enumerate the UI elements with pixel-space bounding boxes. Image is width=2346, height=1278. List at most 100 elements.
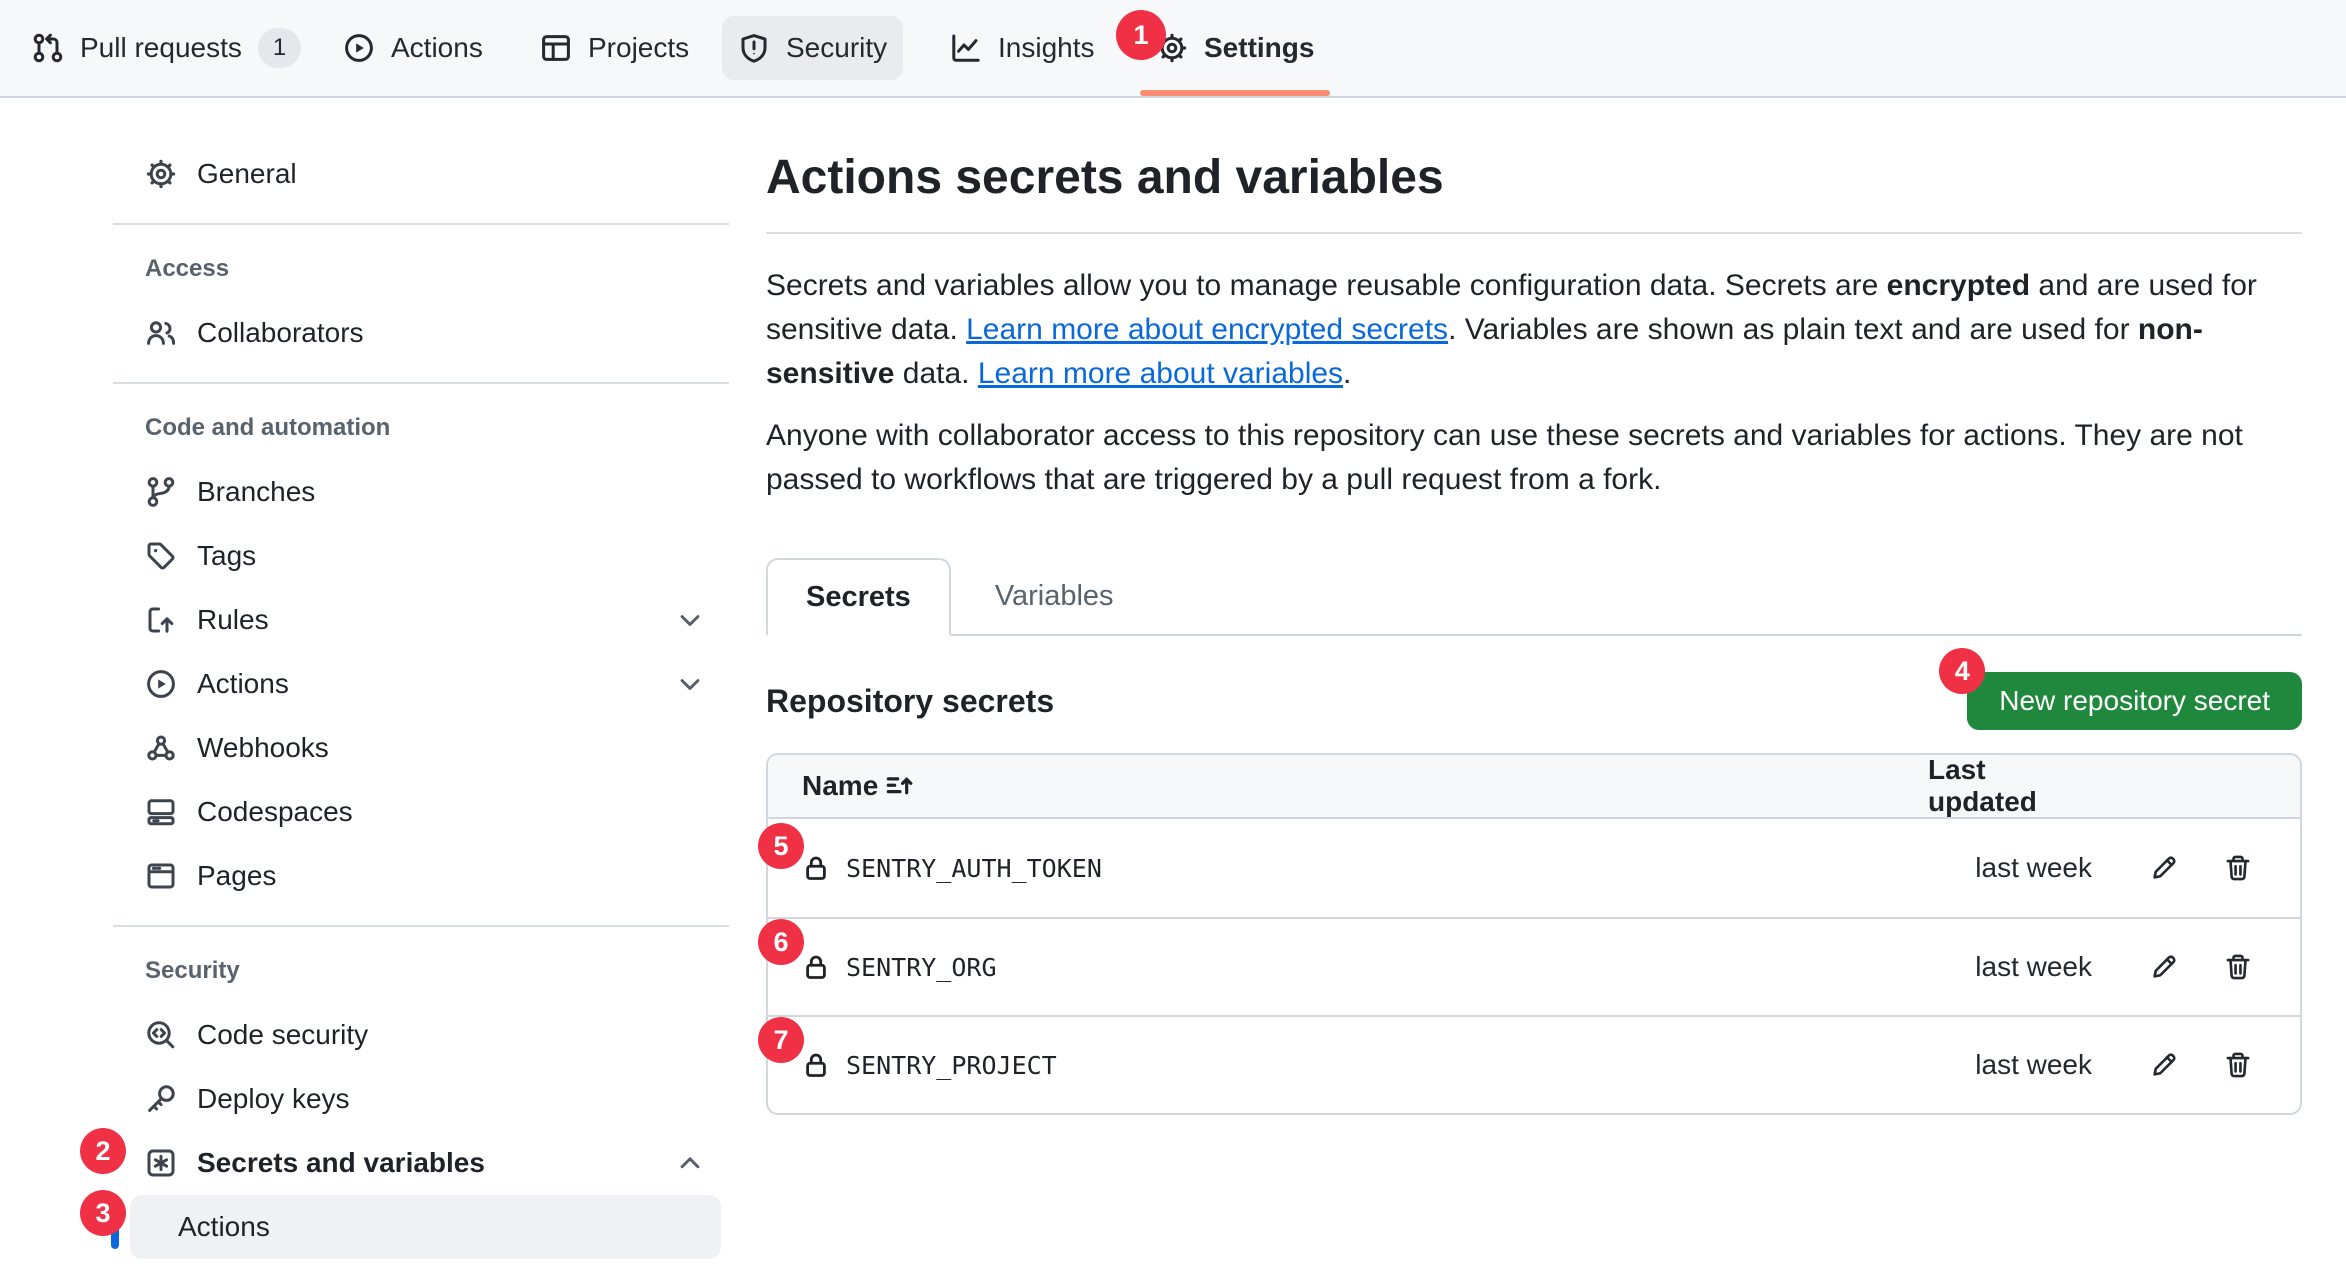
- tab-label: Settings: [1204, 32, 1314, 64]
- chevron-down-icon: [675, 605, 705, 635]
- secrets-table-header: Name Last updated: [768, 755, 2300, 819]
- sidebar-item-general[interactable]: General: [113, 142, 729, 206]
- play-icon: [343, 32, 375, 64]
- pull-requests-counter: 1: [258, 28, 301, 68]
- learn-more-encrypted-secrets-link[interactable]: Learn more about encrypted secrets: [966, 313, 1448, 346]
- new-repository-secret-button[interactable]: 4 New repository secret: [1967, 672, 2302, 730]
- edit-secret-button[interactable]: [2142, 846, 2186, 890]
- key-icon: [145, 1083, 177, 1115]
- pencil-icon: [2149, 1050, 2179, 1080]
- table-icon: [540, 32, 572, 64]
- trash-icon: [2223, 952, 2253, 982]
- sidebar-item-label: Webhooks: [197, 732, 329, 764]
- intro-text: .: [1343, 357, 1351, 390]
- sidebar-item-code-security[interactable]: Code security: [113, 1003, 729, 1067]
- sidebar-item-branches[interactable]: Branches: [113, 460, 729, 524]
- secret-name: SENTRY_AUTH_TOKEN: [846, 854, 1102, 883]
- asterisk-box-icon: [145, 1147, 177, 1179]
- secret-name: SENTRY_PROJECT: [846, 1051, 1057, 1080]
- sidebar-item-label: Collaborators: [197, 317, 364, 349]
- intro-text: data.: [894, 357, 977, 390]
- sidebar-subitem-actions-selected[interactable]: Actions: [130, 1195, 721, 1259]
- annotation-badge-7: 7: [758, 1017, 804, 1063]
- secret-row: SENTRY_PROJECT last week: [768, 1015, 2300, 1113]
- button-label: New repository secret: [1999, 685, 2270, 717]
- sidebar-item-label: Secrets and variables: [197, 1147, 485, 1179]
- sidebar-item-label: Deploy keys: [197, 1083, 350, 1115]
- sidebar-item-label: Tags: [197, 540, 256, 572]
- people-icon: [145, 317, 177, 349]
- sidebar-item-codespaces[interactable]: Codespaces: [113, 780, 729, 844]
- tab-label: Projects: [588, 32, 689, 64]
- sidebar-divider: [113, 925, 729, 927]
- sort-by-name-control[interactable]: Name: [802, 770, 914, 802]
- annotation-badge-2: 2: [80, 1128, 126, 1174]
- sidebar-item-label: Code security: [197, 1019, 368, 1051]
- tab-insights[interactable]: Insights: [934, 16, 1111, 80]
- sidebar-item-webhooks[interactable]: Webhooks: [113, 716, 729, 780]
- tab-pull-requests[interactable]: Pull requests 1: [16, 16, 317, 80]
- settings-sidebar: General Access Collaborators Code and au…: [113, 98, 729, 1259]
- trash-icon: [2223, 853, 2253, 883]
- lock-icon: [802, 1051, 830, 1079]
- trash-icon: [2223, 1050, 2253, 1080]
- annotation-badge-3: 3: [80, 1190, 126, 1236]
- sidebar-item-rules[interactable]: Rules: [113, 588, 729, 652]
- sort-ascending-icon: [884, 771, 914, 801]
- tab-label: Security: [786, 32, 887, 64]
- secrets-variables-tablist: Secrets Variables: [766, 558, 2302, 636]
- chevron-down-icon: [675, 669, 705, 699]
- sidebar-item-secrets-and-variables[interactable]: Secrets and variables: [113, 1131, 729, 1195]
- delete-secret-button[interactable]: [2216, 945, 2260, 989]
- chevron-up-icon: [675, 1148, 705, 1178]
- tag-icon: [145, 540, 177, 572]
- annotation-badge-1: 1: [1116, 10, 1166, 60]
- sidebar-item-collaborators[interactable]: Collaborators: [113, 301, 729, 365]
- sidebar-item-actions[interactable]: Actions: [113, 652, 729, 716]
- page-title: Actions secrets and variables: [766, 150, 2302, 234]
- lock-icon: [802, 854, 830, 882]
- sidebar-item-label: Actions: [178, 1211, 270, 1243]
- secrets-table: 5 6 7 Name Last updated: [766, 753, 2302, 1115]
- delete-secret-button[interactable]: [2216, 846, 2260, 890]
- tab-security[interactable]: Security: [722, 16, 903, 80]
- browser-icon: [145, 860, 177, 892]
- git-pull-request-icon: [32, 32, 64, 64]
- intro-paragraph: Secrets and variables allow you to manag…: [766, 264, 2302, 396]
- secret-last-updated: last week: [1928, 1049, 2092, 1081]
- repo-tab-nav: Pull requests 1 Actions Projects Securit…: [0, 0, 2346, 98]
- annotation-badge-6: 6: [758, 919, 804, 965]
- sidebar-item-label: General: [197, 158, 297, 190]
- tab-secrets[interactable]: Secrets: [766, 558, 951, 636]
- edit-secret-button[interactable]: [2142, 1043, 2186, 1087]
- sidebar-section-access: Access: [113, 249, 729, 289]
- git-branch-icon: [145, 476, 177, 508]
- last-updated-column-header: Last updated: [1928, 754, 2092, 818]
- secret-name: SENTRY_ORG: [846, 953, 997, 982]
- tab-actions[interactable]: Actions: [327, 16, 499, 80]
- sidebar-section-security: Security: [113, 951, 729, 991]
- sidebar-item-label: Codespaces: [197, 796, 353, 828]
- codespaces-icon: [145, 796, 177, 828]
- codescan-icon: [145, 1019, 177, 1051]
- sidebar-item-tags[interactable]: Tags: [113, 524, 729, 588]
- sidebar-section-code-automation: Code and automation: [113, 408, 729, 448]
- gear-icon: [145, 158, 177, 190]
- sidebar-item-pages[interactable]: Pages: [113, 844, 729, 908]
- secret-row: SENTRY_AUTH_TOKEN last week: [768, 819, 2300, 917]
- learn-more-variables-link[interactable]: Learn more about variables: [978, 357, 1343, 390]
- edit-secret-button[interactable]: [2142, 945, 2186, 989]
- intro-bold-encrypted: encrypted: [1887, 269, 2030, 302]
- rules-icon: [145, 604, 177, 636]
- repository-secrets-heading: Repository secrets: [766, 683, 1054, 720]
- tab-projects[interactable]: Projects: [524, 16, 705, 80]
- annotation-badge-5: 5: [758, 823, 804, 869]
- tab-label: Pull requests: [80, 32, 242, 64]
- sidebar-item-deploy-keys[interactable]: Deploy keys: [113, 1067, 729, 1131]
- tab-variables[interactable]: Variables: [951, 558, 1158, 634]
- play-icon: [145, 668, 177, 700]
- pencil-icon: [2149, 952, 2179, 982]
- sidebar-item-label: Actions: [197, 668, 289, 700]
- tab-settings[interactable]: 1 Settings: [1140, 16, 1330, 80]
- delete-secret-button[interactable]: [2216, 1043, 2260, 1087]
